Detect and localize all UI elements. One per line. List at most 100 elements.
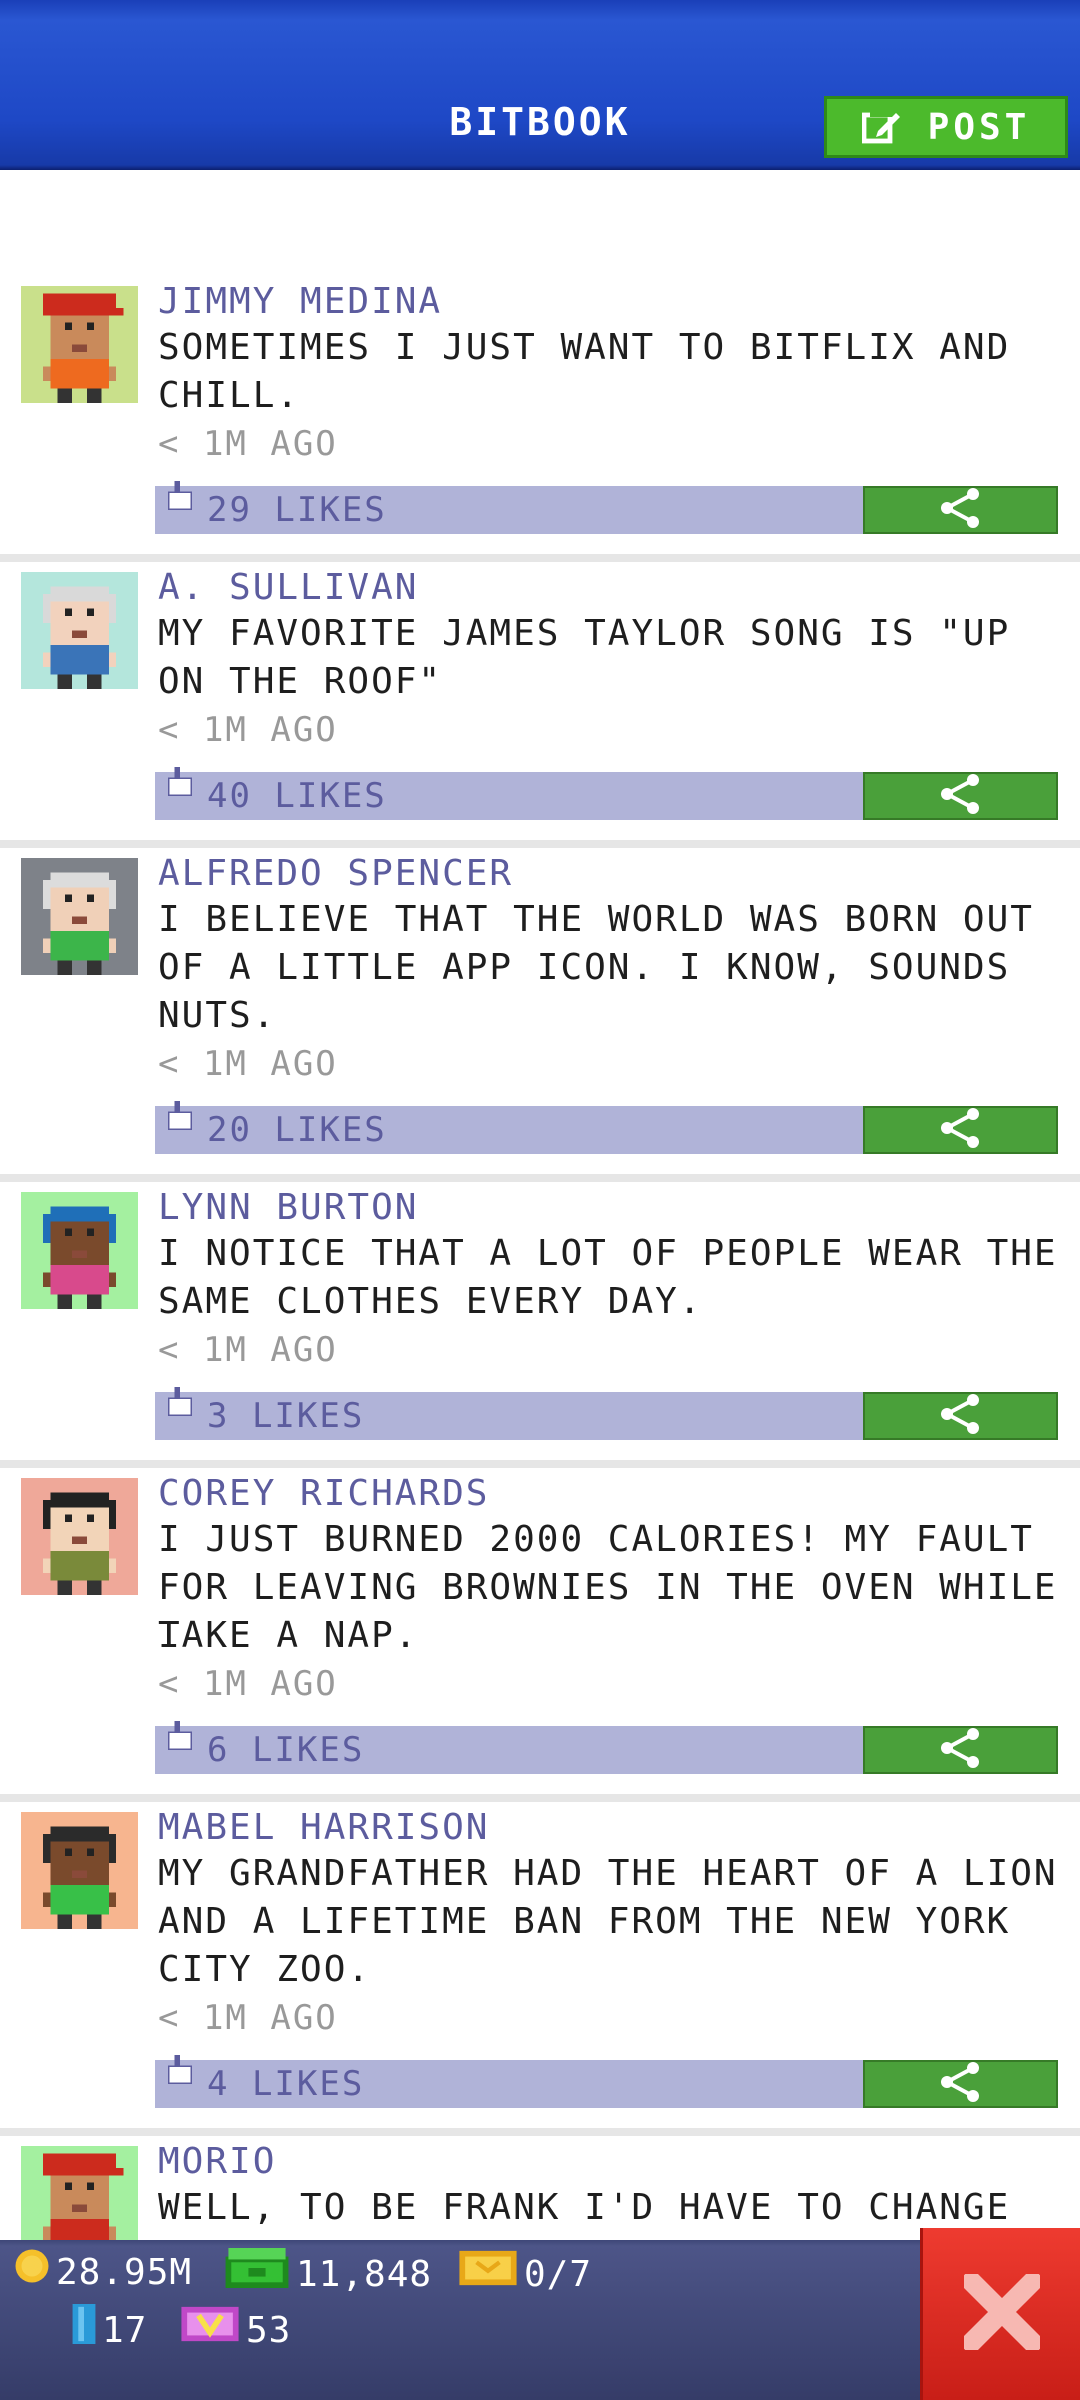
- avatar[interactable]: [21, 572, 138, 689]
- post-text-line: TAKE A NAP.: [158, 1615, 419, 1656]
- post-text-line: MY FAVORITE JAMES TAYLOR SONG IS "UP: [158, 613, 1011, 654]
- bux-stat: 11,848: [224, 2248, 432, 2301]
- likes-count: 4 LIKES: [207, 2064, 365, 2104]
- likes-count: 3 LIKES: [207, 1396, 365, 1436]
- post-text-line: WELL, TO BE FRANK I'D HAVE TO CHANGE: [158, 2187, 1011, 2228]
- post-item[interactable]: MORIO WELL, TO BE FRANK I'D HAVE TO CHANG…: [0, 2138, 1080, 2240]
- post-divider: [0, 1460, 1080, 1468]
- coins-value: 28.95M: [56, 2251, 193, 2293]
- share-button[interactable]: [863, 1726, 1058, 1774]
- avatar[interactable]: [21, 1478, 138, 1595]
- post-text-line: I NOTICE THAT A LOT OF PEOPLE WEAR THE: [158, 1233, 1058, 1274]
- post-author[interactable]: MORIO: [158, 2138, 276, 2186]
- post-divider: [0, 840, 1080, 848]
- post-time: < 1M AGO: [158, 1330, 338, 1370]
- vip-value: 53: [246, 2309, 292, 2351]
- share-icon: [939, 1394, 983, 1438]
- post-author[interactable]: MABEL HARRISON: [158, 1804, 489, 1852]
- can-icon: [72, 2304, 96, 2357]
- thumbs-up-icon: [165, 1100, 195, 1148]
- thumbs-up-icon: [165, 1386, 195, 1434]
- coin-icon: [14, 2248, 50, 2297]
- close-icon: [957, 2267, 1046, 2357]
- like-button[interactable]: 29 LIKES: [155, 481, 863, 534]
- vip-icon: [180, 2304, 240, 2357]
- post-text-line: CHILL.: [158, 375, 301, 416]
- thumbs-up-icon: [165, 480, 195, 528]
- post-author[interactable]: LYNN BURTON: [158, 1184, 418, 1232]
- post-divider: [0, 1174, 1080, 1182]
- post-time: < 1M AGO: [158, 1998, 338, 2038]
- post-item[interactable]: MABEL HARRISON MY GRANDFATHER HAD THE HEA…: [0, 1804, 1080, 2136]
- post-item[interactable]: ALFREDO SPENCER I BELIEVE THAT THE WORLD …: [0, 850, 1080, 1182]
- like-button[interactable]: 6 LIKES: [155, 1721, 863, 1774]
- share-icon: [939, 774, 983, 818]
- avatar[interactable]: [21, 858, 138, 975]
- post-divider: [0, 554, 1080, 562]
- cans-stat: 17: [72, 2304, 147, 2357]
- post-text-line: CITY ZOO.: [158, 1949, 372, 1990]
- post-text-line: I JUST BURNED 2000 CALORIES! MY FAULT: [158, 1519, 1034, 1560]
- avatar[interactable]: [21, 1812, 138, 1929]
- post-button-label: POST: [927, 106, 1031, 148]
- likes-count: 6 LIKES: [207, 1730, 365, 1770]
- likes-count: 29 LIKES: [207, 490, 387, 530]
- header-bar: BITBOOK POST: [0, 0, 1080, 170]
- avatar[interactable]: [21, 2146, 138, 2240]
- like-button[interactable]: 3 LIKES: [155, 1387, 863, 1440]
- post-time: < 1M AGO: [158, 710, 338, 750]
- likes-count: 40 LIKES: [207, 776, 387, 816]
- post-text-line: SAME CLOTHES EVERY DAY.: [158, 1281, 703, 1322]
- tickets-stat: 0/7: [458, 2248, 592, 2301]
- avatar[interactable]: [21, 286, 138, 403]
- likes-count: 20 LIKES: [207, 1110, 387, 1150]
- post-divider: [0, 2128, 1080, 2136]
- ticket-icon: [458, 2248, 518, 2301]
- like-button[interactable]: 20 LIKES: [155, 1101, 863, 1154]
- post-item[interactable]: COREY RICHARDS I JUST BURNED 2000 CALORIE…: [0, 1470, 1080, 1802]
- post-item[interactable]: LYNN BURTON I NOTICE THAT A LOT OF PEOPLE…: [0, 1184, 1080, 1468]
- post-text-line: AND A LIFETIME BAN FROM THE NEW YORK: [158, 1901, 1011, 1942]
- avatar[interactable]: [21, 1192, 138, 1309]
- post-text-line: I BELIEVE THAT THE WORLD WAS BORN OUT: [158, 899, 1034, 940]
- post-author[interactable]: COREY RICHARDS: [158, 1470, 489, 1518]
- tickets-value: 0/7: [524, 2253, 593, 2295]
- like-button[interactable]: 40 LIKES: [155, 767, 863, 820]
- post-author[interactable]: ALFREDO SPENCER: [158, 850, 513, 898]
- post-time: < 1M AGO: [158, 424, 338, 464]
- post-text-line: NUTS.: [158, 995, 277, 1036]
- post-item[interactable]: JIMMY MEDINA SOMETIMES I JUST WANT TO BIT…: [0, 278, 1080, 562]
- share-button[interactable]: [863, 2060, 1058, 2108]
- post-item[interactable]: A. SULLIVAN MY FAVORITE JAMES TAYLOR SONG…: [0, 564, 1080, 848]
- share-icon: [939, 1728, 983, 1772]
- post-time: < 1M AGO: [158, 1044, 338, 1084]
- share-button[interactable]: [863, 1392, 1058, 1440]
- post-divider: [0, 1794, 1080, 1802]
- post-button[interactable]: POST: [824, 96, 1068, 158]
- close-button[interactable]: [920, 2228, 1080, 2400]
- post-text-line: ON THE ROOF": [158, 661, 443, 702]
- thumbs-up-icon: [165, 766, 195, 814]
- share-button[interactable]: [863, 486, 1058, 534]
- post-text-line: OF A LITTLE APP ICON. I KNOW, SOUNDS: [158, 947, 1011, 988]
- vip-stat: 53: [180, 2304, 291, 2357]
- share-button[interactable]: [863, 772, 1058, 820]
- post-text-line: MY GRANDFATHER HAD THE HEART OF A LION: [158, 1853, 1058, 1894]
- feed-list[interactable]: JIMMY MEDINA SOMETIMES I JUST WANT TO BIT…: [0, 170, 1080, 2240]
- thumbs-up-icon: [165, 2054, 195, 2102]
- share-button[interactable]: [863, 1106, 1058, 1154]
- coins-stat: 28.95M: [14, 2248, 192, 2297]
- bux-value: 11,848: [296, 2253, 433, 2295]
- post-time: < 1M AGO: [158, 1664, 338, 1704]
- post-author[interactable]: JIMMY MEDINA: [158, 278, 442, 326]
- thumbs-up-icon: [165, 1720, 195, 1768]
- post-text-line: SOMETIMES I JUST WANT TO BITFLIX AND: [158, 327, 1011, 368]
- bottom-status-bar: 28.95M 11,848 0/7 17 53: [0, 2240, 1080, 2400]
- share-icon: [939, 488, 983, 532]
- post-author[interactable]: A. SULLIVAN: [158, 564, 418, 612]
- edit-icon: [861, 107, 902, 147]
- cans-value: 17: [102, 2309, 148, 2351]
- share-icon: [939, 2062, 983, 2106]
- like-button[interactable]: 4 LIKES: [155, 2055, 863, 2108]
- share-icon: [939, 1108, 983, 1152]
